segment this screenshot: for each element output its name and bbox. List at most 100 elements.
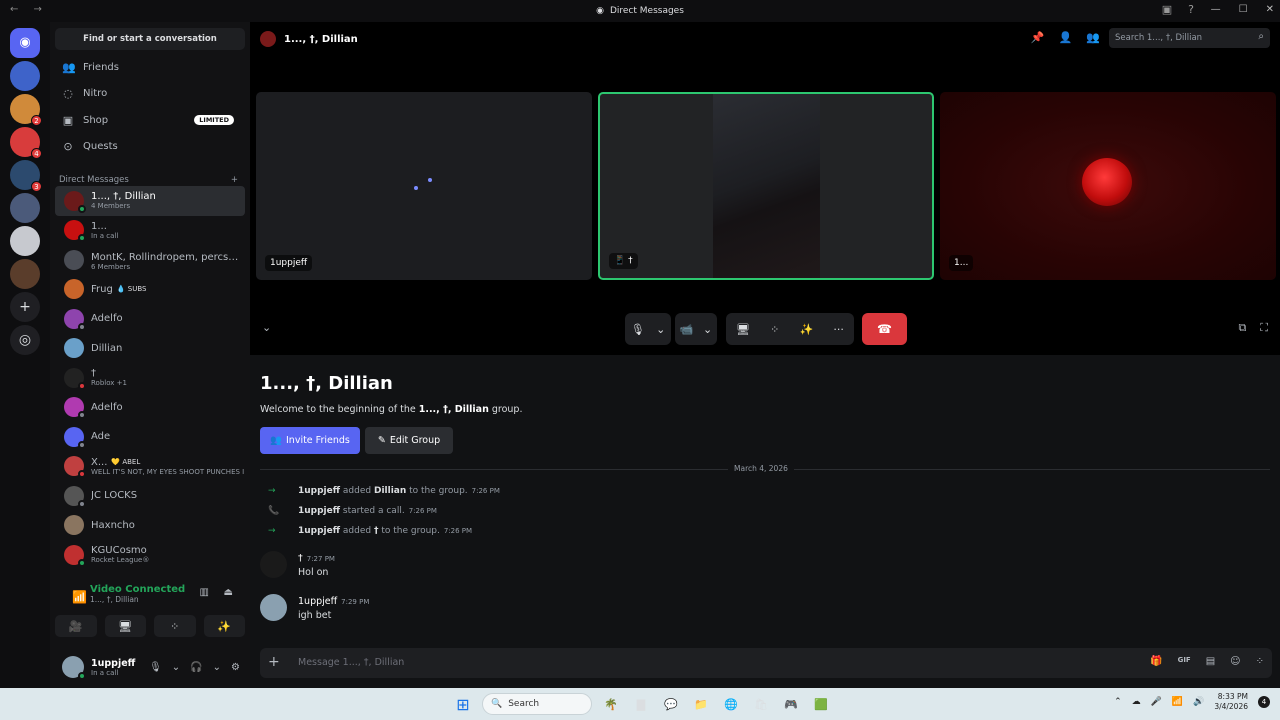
disconnect-icon[interactable]: ⏏: [224, 587, 233, 598]
pin-icon[interactable]: 📌: [1031, 31, 1045, 44]
video-tile-1uppjeff[interactable]: 1uppjeff: [256, 92, 592, 280]
voice-status[interactable]: Video Connected: [90, 584, 245, 595]
dm-item[interactable]: Haxncho: [55, 511, 245, 541]
target[interactable]: Dillian: [374, 486, 406, 496]
help-icon[interactable]: ?: [1188, 3, 1194, 16]
mic-icon[interactable]: 🎙: [149, 662, 162, 673]
notification-badge[interactable]: 4: [1258, 696, 1270, 708]
edge-icon[interactable]: 🌐: [720, 693, 742, 715]
nav-friends[interactable]: 👥 Friends: [50, 54, 250, 81]
mic-icon[interactable]: 🎤: [1151, 697, 1162, 707]
channel-title[interactable]: 1..., †, Dillian: [284, 34, 358, 45]
chevron-down-icon[interactable]: ⌄: [703, 323, 712, 336]
dm-item[interactable]: Ade: [55, 422, 245, 452]
dm-item[interactable]: MontK, Rollindropem, percsツ, ... 6 Member…: [55, 245, 245, 275]
video-tile-1[interactable]: 1...: [940, 92, 1276, 280]
avatar[interactable]: [260, 594, 287, 621]
task-view-icon[interactable]: ▇: [630, 693, 652, 715]
server-icon[interactable]: [10, 225, 40, 256]
server-icon[interactable]: [10, 60, 40, 91]
dm-item[interactable]: Dillian: [55, 334, 245, 364]
gear-icon[interactable]: ⚙: [231, 662, 240, 673]
widgets-icon[interactable]: 🌴: [600, 693, 622, 715]
server-icon[interactable]: [10, 192, 40, 223]
store-icon[interactable]: 🛍: [750, 693, 772, 715]
wifi-icon[interactable]: 📶: [1172, 697, 1183, 707]
screen-share-icon[interactable]: 🖥: [736, 323, 750, 336]
dm-item[interactable]: Frug 💧 SUBS: [55, 275, 245, 305]
app-icon[interactable]: 🟩: [810, 693, 832, 715]
author[interactable]: †: [298, 553, 303, 564]
video-tile-dagger[interactable]: 📱 †: [598, 92, 934, 280]
headphones-icon[interactable]: 🎧: [190, 662, 202, 673]
maximize-button[interactable]: ☐: [1239, 4, 1248, 15]
mic-button[interactable]: 🎙 ⌄: [625, 313, 671, 345]
activity-button[interactable]: ⁘: [154, 615, 196, 637]
dm-item[interactable]: JC LOCKS: [55, 481, 245, 511]
message-composer[interactable]: + Message 1..., †, Dillian 🎁 GIF ▤ ☺ ⁘: [260, 648, 1272, 678]
fullscreen-icon[interactable]: ⛶: [1260, 321, 1268, 335]
camera-button[interactable]: 📹 ⌄: [675, 313, 717, 345]
minimize-button[interactable]: —: [1211, 4, 1221, 15]
member-list-icon[interactable]: 👥: [1086, 31, 1100, 44]
more-icon[interactable]: ···: [833, 323, 844, 336]
dm-item[interactable]: Adelfo: [55, 304, 245, 334]
attach-icon[interactable]: +: [268, 654, 280, 670]
end-call-button[interactable]: ☎: [862, 313, 907, 345]
signal-icon[interactable]: 📶: [72, 590, 87, 604]
popout-icon[interactable]: ⧉: [1238, 321, 1246, 335]
chevron-down-icon[interactable]: ⌄: [172, 662, 180, 673]
author[interactable]: 1uppjeff: [298, 596, 337, 607]
close-button[interactable]: ✕: [1266, 4, 1274, 15]
tray-overflow-icon[interactable]: ⌃: [1114, 697, 1122, 707]
start-button[interactable]: ⊞: [452, 693, 474, 715]
chat-app-icon[interactable]: 💬: [660, 693, 682, 715]
dm-item[interactable]: Adelfo: [55, 393, 245, 423]
chevron-down-icon[interactable]: ⌄: [213, 662, 221, 673]
voice-channel[interactable]: 1..., †, Dillian: [90, 595, 245, 604]
discord-home-button[interactable]: ◉: [10, 27, 40, 58]
cloud-icon[interactable]: ☁: [1132, 697, 1141, 707]
clock[interactable]: 8:33 PM 3/4/2026: [1214, 692, 1248, 712]
add-friends-icon[interactable]: 👤: [1059, 31, 1073, 44]
noise-suppression-icon[interactable]: ▥: [200, 587, 209, 598]
add-server-button[interactable]: +: [10, 291, 40, 322]
explore-button[interactable]: ◎: [10, 324, 40, 355]
inbox-icon[interactable]: ▣: [1162, 3, 1172, 16]
file-explorer-icon[interactable]: 📁: [690, 693, 712, 715]
dm-item[interactable]: 1..., †, Dillian 4 Members: [55, 186, 245, 216]
actor[interactable]: 1uppjeff: [298, 486, 340, 496]
camera-button[interactable]: 🎥: [55, 615, 97, 637]
gif-icon[interactable]: GIF: [1178, 656, 1191, 667]
chevron-down-icon[interactable]: ⌄: [656, 323, 665, 336]
sticker-icon[interactable]: ▤: [1206, 656, 1215, 667]
dm-item[interactable]: 1... In a call: [55, 216, 245, 246]
edit-group-button[interactable]: ✎ Edit Group: [365, 427, 453, 454]
nav-nitro[interactable]: ◌ Nitro: [50, 81, 250, 108]
collapse-button[interactable]: ⌄: [262, 321, 271, 334]
find-conversation-button[interactable]: Find or start a conversation: [55, 28, 245, 50]
volume-icon[interactable]: 🔊: [1193, 697, 1204, 707]
avatar[interactable]: [62, 656, 86, 680]
actor[interactable]: 1uppjeff: [298, 526, 340, 536]
soundboard-button[interactable]: ✨: [203, 615, 245, 637]
history-nav[interactable]: ← →: [10, 4, 48, 15]
actor[interactable]: 1uppjeff: [298, 506, 340, 516]
server-icon[interactable]: 4: [10, 126, 42, 159]
search-input[interactable]: Search 1..., †, Dillian ⌕: [1109, 28, 1270, 48]
apps-icon[interactable]: ⁘: [1256, 656, 1264, 667]
dm-item[interactable]: † Roblox +1: [55, 363, 245, 393]
discord-app-icon[interactable]: 🎮: [780, 693, 802, 715]
server-icon[interactable]: [10, 258, 40, 289]
emoji-icon[interactable]: ☺: [1230, 656, 1240, 667]
dm-item[interactable]: X... 💛 ABEL WELL IT'S NOT, MY EYES SHOOT P…: [55, 452, 245, 482]
taskbar-search[interactable]: 🔍 Search: [482, 693, 592, 715]
gift-icon[interactable]: 🎁: [1150, 656, 1162, 667]
soundboard-icon[interactable]: ✨: [800, 323, 814, 336]
create-dm-button[interactable]: +: [231, 175, 238, 185]
invite-friends-button[interactable]: 👥 Invite Friends: [260, 427, 360, 454]
server-icon[interactable]: 3: [10, 159, 42, 192]
server-icon[interactable]: 2: [10, 93, 42, 126]
screenshare-button[interactable]: 🖥: [104, 615, 146, 637]
username[interactable]: 1uppjeff: [91, 658, 135, 669]
